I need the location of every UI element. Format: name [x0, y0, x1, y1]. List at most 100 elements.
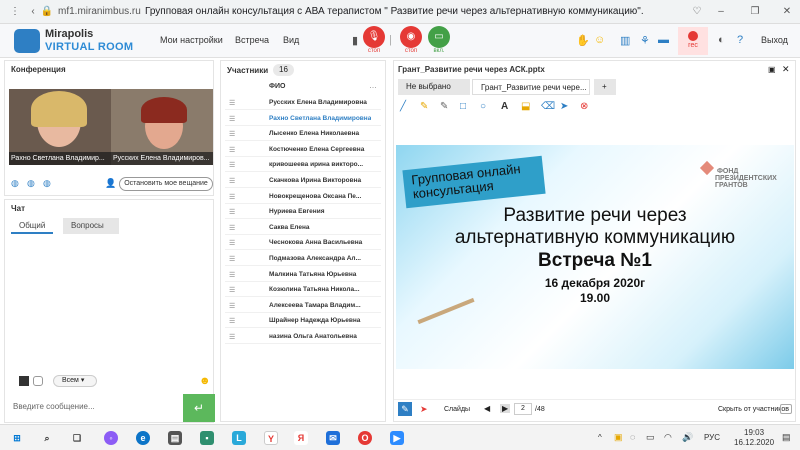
mail-icon[interactable]: ✉ [326, 431, 340, 445]
hide-checkbox[interactable] [780, 404, 792, 414]
pointer-icon[interactable]: ➤ [420, 404, 428, 415]
mic-stop-button[interactable]: 🎙 [363, 26, 385, 48]
language-flag-icon[interactable]: ◐ [718, 34, 725, 46]
yandex-icon[interactable]: Я [294, 431, 308, 445]
participant-row[interactable]: ☰ Костюченко Елена Сергеевна [225, 142, 381, 157]
menu-my-settings[interactable]: Мои настройки [160, 35, 223, 45]
rectangle-tool-icon[interactable]: □ [460, 101, 466, 112]
l-app-icon[interactable]: L [232, 431, 246, 445]
drag-handle-icon[interactable]: ☰ [229, 208, 235, 216]
network-icon[interactable]: ⚘ [640, 34, 650, 47]
more-icon[interactable]: … [369, 81, 377, 90]
drag-handle-icon[interactable]: ☰ [229, 177, 235, 185]
system-clock[interactable]: 19:03 16.12.2020 [734, 428, 774, 448]
participant-row[interactable]: ☰ Нуриева Евгения [225, 204, 381, 220]
presentation-slide[interactable]: Групповая онлайн консультация ФОНД ПРЕЗИ… [396, 145, 794, 369]
participant-row[interactable]: ☰ Малкина Татьяна Юрьевна [225, 267, 381, 282]
drag-handle-icon[interactable]: ☰ [229, 193, 235, 201]
camera-settings-icon[interactable]: ◍ [11, 178, 19, 189]
language-indicator[interactable]: РУС [704, 433, 720, 442]
tab-add[interactable]: + [594, 79, 616, 95]
screen-on-button[interactable]: ▭ [428, 26, 450, 48]
tray-chevron-icon[interactable]: ^ [598, 433, 602, 442]
video-tile[interactable]: Русских Елена Владимиров... [111, 89, 213, 165]
circle-tool-icon[interactable]: ○ [480, 101, 486, 112]
notifications-icon[interactable]: ▤ [782, 432, 791, 443]
windows-start-icon[interactable]: ⊞ [10, 431, 24, 445]
menu-icon[interactable]: ⋮ [8, 5, 22, 19]
participant-row[interactable]: ☰ Алексеева Тамара Владим... [225, 298, 381, 313]
text-color-icon[interactable] [19, 376, 29, 386]
page-number-input[interactable]: 2 [514, 403, 532, 415]
exit-button[interactable]: Выход [761, 35, 788, 45]
app-icon[interactable]: ▪ [200, 431, 214, 445]
participant-row[interactable]: ☰ Рахно Светлана Владимировна [225, 111, 381, 126]
fill-tool-icon[interactable]: ⬓ [521, 101, 530, 112]
search-icon[interactable]: ⌕ [40, 431, 54, 445]
mic-settings-icon[interactable]: ◍ [27, 178, 35, 189]
minimize-icon[interactable]: – [714, 5, 728, 19]
emoji-icon[interactable]: ☺ [594, 34, 605, 46]
back-icon[interactable]: ‹ [26, 5, 40, 19]
url-text[interactable]: mf1.miranimbus.ru [58, 6, 141, 17]
tab-presentation-file[interactable]: Грант_Развитие речи чере... [472, 79, 590, 95]
tab-general[interactable]: Общий [11, 218, 54, 234]
drag-handle-icon[interactable]: ☰ [229, 333, 235, 341]
wifi-icon[interactable]: ◠ [664, 432, 672, 443]
bg-color-icon[interactable] [33, 376, 43, 386]
camera-stop-button[interactable]: ◉ [400, 26, 422, 48]
menu-view[interactable]: Вид [283, 35, 299, 45]
store-icon[interactable]: ▤ [168, 431, 182, 445]
yandex-browser-icon[interactable]: Y [264, 431, 278, 445]
task-view-icon[interactable]: ❑ [70, 431, 84, 445]
participant-row[interactable]: ☰ Саква Елена [225, 220, 381, 235]
marker-tool-icon[interactable]: ✎ [440, 101, 448, 112]
maximize-icon[interactable]: ❐ [748, 5, 762, 19]
participant-row[interactable]: ☰ кривошеева ирина викторо... [225, 157, 381, 173]
drag-handle-icon[interactable]: ☰ [229, 286, 235, 294]
participant-row[interactable]: ☰ Лысенко Елена Николаевна [225, 126, 381, 142]
drag-handle-icon[interactable]: ☰ [229, 99, 235, 107]
drag-handle-icon[interactable]: ☰ [229, 271, 235, 279]
tray-app-icon[interactable]: ▣ [614, 432, 623, 443]
participant-row[interactable]: ☰ Новокрещенова Оксана Пе... [225, 189, 381, 204]
tab-not-selected[interactable]: Не выбрано [398, 79, 470, 95]
participant-row[interactable]: ☰ назина Ольга Анатольевна [225, 329, 381, 344]
opera-icon[interactable]: O [358, 431, 372, 445]
column-header-fio[interactable]: ФИО [269, 83, 285, 90]
expand-icon[interactable]: ▣ [768, 65, 776, 74]
close-icon[interactable]: ✕ [780, 5, 794, 19]
battery-icon[interactable]: ▭ [646, 432, 655, 443]
drag-handle-icon[interactable]: ☰ [229, 239, 235, 247]
chat-message-input[interactable]: Введите сообщение... [13, 398, 183, 416]
zoom-icon[interactable]: ▶ [390, 431, 404, 445]
participant-row[interactable]: ☰ Шрайнер Надежда Юрьевна [225, 313, 381, 329]
folder-icon[interactable]: ▬ [658, 34, 669, 46]
drag-handle-icon[interactable]: ☰ [229, 161, 235, 169]
draw-mode-icon[interactable]: ✎ [398, 402, 412, 416]
help-icon[interactable]: ? [737, 34, 743, 46]
clear-tool-icon[interactable]: ⊗ [580, 101, 588, 112]
eraser-tool-icon[interactable]: ⌫ [541, 101, 555, 112]
drag-handle-icon[interactable]: ☰ [229, 255, 235, 263]
tray-sync-icon[interactable]: ◌ [630, 432, 635, 442]
recipient-select[interactable]: Всем ▾ [53, 375, 97, 387]
volume-icon[interactable]: 🔊 [682, 432, 693, 443]
highlighter-tool-icon[interactable]: ✎ [420, 101, 428, 112]
stop-broadcast-button[interactable]: Остановить мое вещание [119, 177, 213, 191]
participant-row[interactable]: ☰ Подмазова Александра Ал... [225, 251, 381, 266]
bookmark-icon[interactable]: ♡ [690, 5, 704, 19]
next-slide-icon[interactable]: ▶ [500, 404, 511, 413]
prev-slide-icon[interactable]: ◀ [484, 404, 490, 413]
alice-icon[interactable]: ◦ [104, 431, 118, 445]
emoji-icon[interactable]: ☻ [199, 375, 211, 387]
drag-handle-icon[interactable]: ☰ [229, 146, 235, 154]
participant-row[interactable]: ☰ Чеснокова Анна Васильевна [225, 235, 381, 251]
pointer-tool-icon[interactable]: ➤ [560, 101, 568, 112]
pencil-tool-icon[interactable]: ╱ [400, 101, 406, 112]
drag-handle-icon[interactable]: ☰ [229, 115, 235, 123]
participant-row[interactable]: ☰ Русских Елена Владимировна [225, 95, 381, 110]
recording-badge[interactable]: rec [678, 27, 708, 55]
stats-icon[interactable]: ▥ [620, 34, 630, 47]
raise-hand-icon[interactable]: ✋ [576, 34, 590, 47]
